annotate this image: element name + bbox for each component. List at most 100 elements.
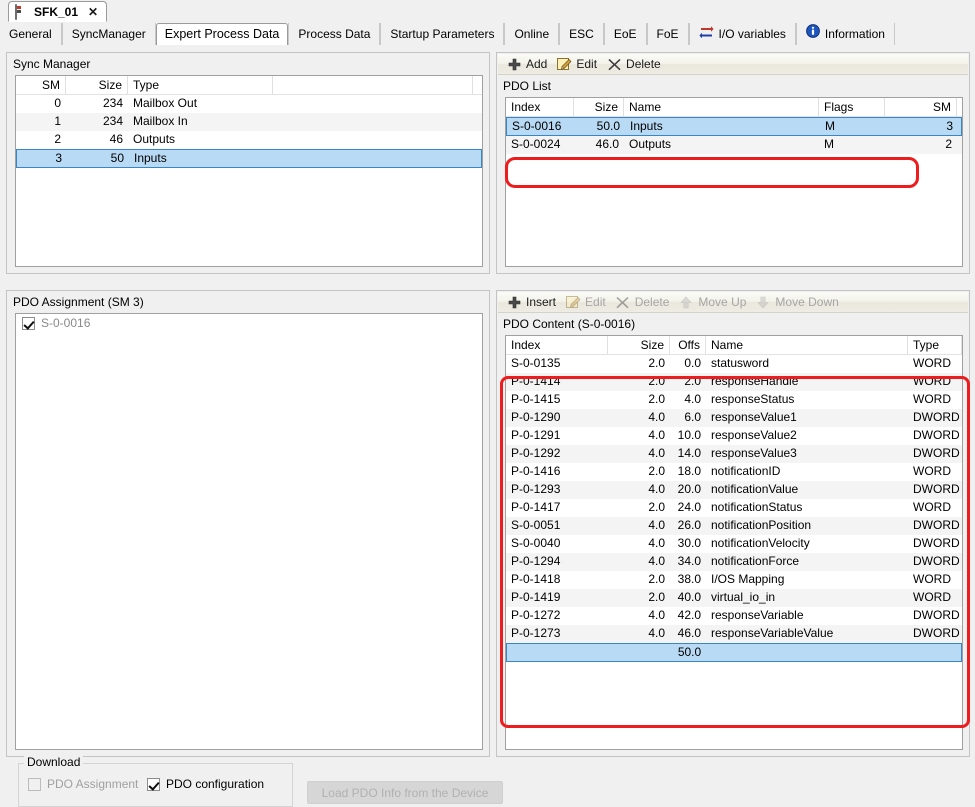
- table-row[interactable]: S-0-0016 50.0 Inputs M 3: [506, 117, 962, 136]
- pdo-assignment-list[interactable]: S-0-0016: [15, 313, 483, 750]
- load-pdo-info-button[interactable]: Load PDO Info from the Device: [307, 781, 503, 804]
- table-row[interactable]: P-0-1294 4.0 34.0 notificationForce DWORD: [506, 553, 962, 571]
- table-row[interactable]: P-0-1291 4.0 10.0 responseValue2 DWORD: [506, 427, 962, 445]
- table-row[interactable]: P-0-1418 2.0 38.0 I/OS Mapping WORD: [506, 571, 962, 589]
- close-icon[interactable]: ✕: [88, 5, 98, 19]
- cell-type: DWORD: [913, 608, 960, 622]
- column-header-size[interactable]: Size: [608, 336, 670, 355]
- table-row[interactable]: S-0-0040 4.0 30.0 notificationVelocity DWORD: [506, 535, 962, 553]
- cell-size: 4.0: [648, 428, 665, 442]
- table-row[interactable]: 1 234 Mailbox In: [16, 113, 482, 131]
- table-row[interactable]: S-0-0051 4.0 26.0 notificationPosition DWORD: [506, 517, 962, 535]
- toolbar-button-label: Edit: [576, 57, 598, 71]
- cell-name: Inputs: [630, 119, 663, 133]
- cell-size: 4.0: [648, 482, 665, 496]
- download-pdo-assignment-checkbox[interactable]: PDO Assignment: [28, 777, 138, 791]
- tab-general[interactable]: General: [0, 23, 62, 45]
- toolbar-button-label: Edit: [585, 295, 606, 309]
- cell-size: 2.0: [648, 590, 665, 604]
- tab-information[interactable]: Information: [795, 23, 895, 45]
- column-header-[interactable]: [273, 76, 473, 95]
- column-header-type[interactable]: Type: [128, 76, 273, 95]
- table-row[interactable]: S-0-0024 46.0 Outputs M 2: [506, 136, 962, 154]
- arrow-up-icon: [678, 295, 694, 309]
- tab-i-o-variables[interactable]: I/O variables: [688, 23, 796, 45]
- document-tab-strip: SFK_01 ✕: [0, 0, 975, 23]
- column-header-sm[interactable]: SM: [16, 76, 66, 95]
- cell-spacer: [273, 131, 473, 149]
- arrow-down-icon: [755, 295, 771, 309]
- cell-size: 50.0: [596, 119, 620, 133]
- tab-startup-parameters[interactable]: Startup Parameters: [380, 23, 505, 45]
- edit-button[interactable]: Edit: [554, 55, 604, 74]
- tab-foe[interactable]: FoE: [646, 23, 689, 45]
- tab-label: EoE: [613, 27, 637, 41]
- table-row[interactable]: 3 50 Inputs: [16, 149, 482, 168]
- table-row[interactable]: 2 46 Outputs: [16, 131, 482, 149]
- table-row[interactable]: 0 234 Mailbox Out: [16, 95, 482, 113]
- cell-type: Mailbox Out: [133, 96, 198, 110]
- table-row[interactable]: P-0-1417 2.0 24.0 notificationStatus WORD: [506, 499, 962, 517]
- delete-button[interactable]: Delete: [604, 55, 668, 74]
- column-header-index[interactable]: Index: [506, 336, 608, 355]
- table-row[interactable]: S-0-0135 2.0 0.0 statusword WORD: [506, 355, 962, 373]
- column-header-flags[interactable]: Flags: [819, 98, 885, 117]
- table-row[interactable]: P-0-1272 4.0 42.0 responseVariable DWORD: [506, 607, 962, 625]
- pdo-list-table[interactable]: Index Size Name Flags SM S-0-0016 50.0 Inputs M 3…: [505, 97, 963, 267]
- column-header-sm[interactable]: SM: [885, 98, 957, 117]
- download-pdo-configuration-checkbox[interactable]: PDO configuration: [147, 777, 264, 791]
- table-row[interactable]: P-0-1273 4.0 46.0 responseVariableValue DWOR…: [506, 625, 962, 643]
- document-tab-sfk01[interactable]: SFK_01 ✕: [8, 1, 108, 22]
- cell-sm: 2: [54, 132, 61, 146]
- column-header-type[interactable]: Type: [908, 336, 962, 355]
- cell-name: responseValue3: [711, 446, 797, 460]
- cell-name: I/OS Mapping: [711, 572, 785, 586]
- tab-online[interactable]: Online: [504, 23, 560, 45]
- column-header-index[interactable]: Index: [506, 98, 574, 117]
- table-row[interactable]: P-0-1414 2.0 2.0 responseHandle WORD: [506, 373, 962, 391]
- cell-sm: 2: [945, 137, 952, 151]
- table-row[interactable]: P-0-1415 2.0 4.0 responseStatus WORD: [506, 391, 962, 409]
- cell-spacer: [273, 95, 473, 113]
- cell-size: 2.0: [648, 392, 665, 406]
- table-row[interactable]: P-0-1290 4.0 6.0 responseValue1 DWORD: [506, 409, 962, 427]
- column-header-name[interactable]: Name: [706, 336, 908, 355]
- tab-process-data[interactable]: Process Data: [288, 23, 381, 45]
- cell-type: [907, 644, 961, 661]
- sync-manager-list[interactable]: SM Size Type 0 234 Mailbox Out 1 234 Mailbox In 2…: [15, 75, 483, 267]
- table-row[interactable]: P-0-1293 4.0 20.0 notificationValue DWORD: [506, 481, 962, 499]
- move-down-button: Move Down: [753, 293, 845, 312]
- plus-icon: [506, 295, 522, 309]
- tab-esc[interactable]: ESC: [559, 23, 604, 45]
- toolbar-button-label: Move Down: [775, 295, 839, 309]
- cell-size: 234: [102, 96, 123, 110]
- cell-size: 46.0: [595, 137, 619, 151]
- checkbox-box: [147, 777, 160, 791]
- pdo-assignment-item[interactable]: S-0-0016: [16, 314, 482, 332]
- cell-index: P-0-1415: [511, 392, 561, 406]
- table-row[interactable]: P-0-1292 4.0 14.0 responseValue3 DWORD: [506, 445, 962, 463]
- cell-name: [706, 644, 907, 661]
- tab-label: ESC: [569, 27, 594, 41]
- table-row[interactable]: 50.0: [506, 643, 962, 662]
- cell-type: WORD: [913, 356, 951, 370]
- table-row[interactable]: P-0-1419 2.0 40.0 virtual_io_in WORD: [506, 589, 962, 607]
- add-button[interactable]: Add: [504, 55, 554, 74]
- column-header-name[interactable]: Name: [624, 98, 819, 117]
- cell-type: DWORD: [913, 428, 960, 442]
- cell-type: WORD: [913, 500, 951, 514]
- pdo-content-table[interactable]: Index Size Offs Name Type S-0-0135 2.0 0.0 statu…: [505, 335, 963, 750]
- cell-type: DWORD: [913, 482, 960, 496]
- tab-label: Expert Process Data: [164, 27, 280, 41]
- column-header-size[interactable]: Size: [574, 98, 624, 117]
- table-row[interactable]: P-0-1416 2.0 18.0 notificationID WORD: [506, 463, 962, 481]
- tab-syncmanager[interactable]: SyncManager: [61, 23, 156, 45]
- pdo-assignment-title: PDO Assignment (SM 3): [13, 295, 144, 309]
- tab-expert-process-data[interactable]: Expert Process Data: [155, 23, 289, 46]
- cell-index: S-0-0016: [512, 119, 562, 133]
- insert-button[interactable]: Insert: [504, 293, 563, 312]
- cell-spacer: [274, 150, 474, 167]
- column-header-size[interactable]: Size: [66, 76, 128, 95]
- column-header-offs[interactable]: Offs: [670, 336, 706, 355]
- tab-eoe[interactable]: EoE: [603, 23, 647, 45]
